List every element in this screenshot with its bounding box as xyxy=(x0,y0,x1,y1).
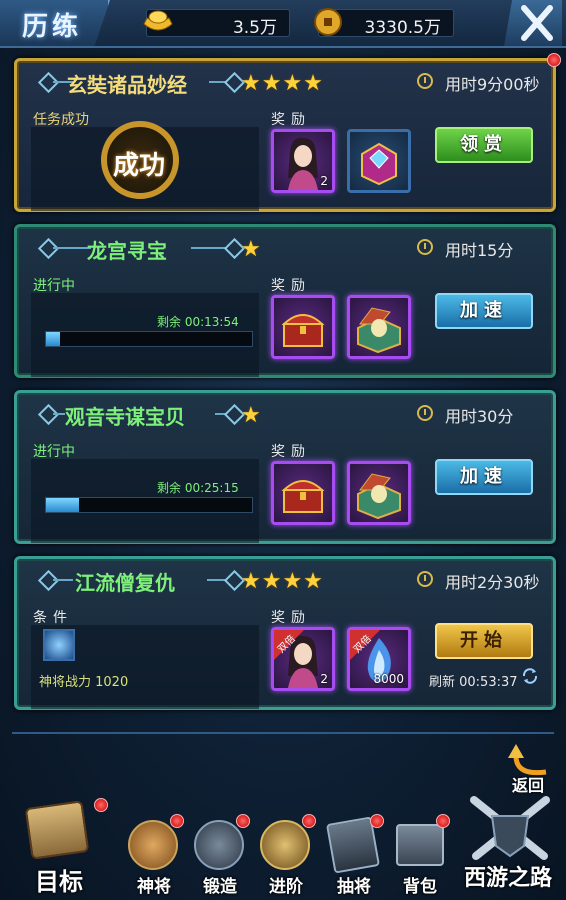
mission-name: 江流僧复仇 xyxy=(75,571,175,595)
reward-label: 奖励 xyxy=(271,610,311,626)
nav-label: 锻造 xyxy=(203,877,237,897)
nav-item-goal[interactable]: 目标 xyxy=(14,790,108,900)
treasure-chest-icon xyxy=(281,480,325,513)
nav-item-recruit[interactable]: 抽将 xyxy=(322,810,386,900)
egg-box-icon xyxy=(357,473,401,520)
progress-bar xyxy=(45,497,253,513)
status-label: 进行中 xyxy=(33,278,75,294)
remaining-time: 剩余 00:25:15 xyxy=(157,481,239,495)
clock-icon xyxy=(417,239,433,255)
mission-name: 玄奘诸品妙经 xyxy=(67,73,187,97)
success-stamp-text: 成功 xyxy=(113,151,166,181)
monkey-king-icon xyxy=(128,820,178,870)
refresh-timer: 刷新 00:53:37 xyxy=(429,675,518,690)
progress-fill xyxy=(46,332,61,346)
nav-item-forge[interactable]: 锻造 xyxy=(188,810,252,900)
clock-icon xyxy=(417,73,433,89)
difficulty-stars: ★ xyxy=(241,403,262,428)
page-title: 历练 xyxy=(22,12,83,42)
notification-dot xyxy=(170,814,184,828)
speed-up-button[interactable]: 加速 xyxy=(435,459,533,495)
ingot-currency: 3.5万 xyxy=(143,9,290,38)
hero-power-requirement: 神将战力 1020 xyxy=(39,675,129,690)
notification-dot xyxy=(236,814,250,828)
difficulty-stars: ★★★★ xyxy=(241,569,324,594)
coin-amount: 3330.5万 xyxy=(364,18,441,38)
reward-qty: 8000 xyxy=(373,672,404,686)
anvil-icon xyxy=(194,820,244,870)
treasure-box-icon xyxy=(396,824,444,866)
status-label: 进行中 xyxy=(33,444,75,460)
top-bar: 历练 3.5万 3330.5万 xyxy=(0,0,566,48)
reward-slot-gem-box[interactable] xyxy=(347,129,411,193)
nav-item-journey[interactable]: 西游之路 xyxy=(454,790,562,900)
ingot-amount: 3.5万 xyxy=(232,18,277,38)
notification-dot xyxy=(547,53,561,67)
gold-coin-icon xyxy=(314,8,342,36)
progress-bar xyxy=(45,331,253,347)
gold-ingot-icon xyxy=(143,10,173,31)
nav-item-advance[interactable]: 进阶 xyxy=(254,810,318,900)
mission-time: 用时30分 xyxy=(445,407,514,426)
refresh-icon[interactable] xyxy=(521,667,539,685)
clock-icon xyxy=(417,571,433,587)
mission-time: 用时9分00秒 xyxy=(445,75,540,94)
reward-slot-hero[interactable]: 2 xyxy=(271,129,335,193)
back-button[interactable]: 返回 xyxy=(506,742,562,796)
close-button[interactable] xyxy=(504,0,562,46)
mission-card-1: 玄奘诸品妙经 ★★★★ 用时9分00秒 任务成功 成功 奖励 2 领赏 xyxy=(14,53,561,212)
nav-label: 目标 xyxy=(35,868,83,896)
remaining-time: 剩余 00:13:54 xyxy=(157,315,239,329)
reward-slot-chest[interactable] xyxy=(271,295,335,359)
gem-chest-icon xyxy=(361,142,397,186)
reward-slot-spirit[interactable]: 双倍 8000 xyxy=(347,627,411,691)
nav-label: 神将 xyxy=(137,877,171,897)
mission-name: 观音寺谋宝贝 xyxy=(65,405,185,429)
nav-item-bag[interactable]: 背包 xyxy=(388,810,452,900)
mission-card-2: 龙宫寻宝 ★ 用时15分 进行中 剩余 00:13:54 奖励 加速 xyxy=(14,224,556,378)
nav-label: 进阶 xyxy=(269,877,303,897)
difficulty-stars: ★ xyxy=(241,237,262,262)
reward-slot-egg-box[interactable] xyxy=(347,295,411,359)
mission-time: 用时15分 xyxy=(445,241,514,260)
scroll-map-icon xyxy=(24,800,90,860)
egg-box-icon xyxy=(357,307,401,354)
nav-item-heroes[interactable]: 神将 xyxy=(122,810,186,900)
nav-label: 西游之路 xyxy=(463,866,552,891)
mission-name: 龙宫寻宝 xyxy=(87,239,167,263)
treasure-chest-icon xyxy=(281,314,325,347)
progress-fill xyxy=(46,498,79,512)
coin-currency: 3330.5万 xyxy=(314,8,454,38)
reward-slot-hero[interactable]: 双倍 2 xyxy=(271,627,335,691)
notification-dot xyxy=(302,814,316,828)
clock-icon xyxy=(417,405,433,421)
reward-label: 奖励 xyxy=(271,278,311,294)
notification-dot xyxy=(370,814,384,828)
mission-time: 用时2分30秒 xyxy=(445,573,540,592)
start-mission-button[interactable]: 开始 xyxy=(435,623,533,659)
reward-qty: 2 xyxy=(320,672,328,686)
divider xyxy=(12,732,554,734)
crossed-swords-shield-icon xyxy=(470,796,550,860)
success-stamp: 成功 xyxy=(101,121,179,199)
condition-label: 条件 xyxy=(33,610,73,626)
mission-card-4: 江流僧复仇 ★★★★ 用时2分30秒 条件 神将战力 1020 奖励 双倍 2 … xyxy=(14,556,556,710)
speed-up-button[interactable]: 加速 xyxy=(435,293,533,329)
reward-qty: 2 xyxy=(320,174,328,188)
notification-dot xyxy=(436,814,450,828)
mission-card-3: 观音寺谋宝贝 ★ 用时30分 进行中 剩余 00:25:15 奖励 加速 xyxy=(14,390,556,544)
nav-label: 抽将 xyxy=(337,877,371,897)
notification-dot xyxy=(94,798,108,812)
reward-slot-egg-box[interactable] xyxy=(347,461,411,525)
close-icon xyxy=(521,5,553,41)
condition-item-icon[interactable] xyxy=(43,629,75,661)
reward-label: 奖励 xyxy=(271,112,311,128)
reward-label: 奖励 xyxy=(271,444,311,460)
difficulty-stars: ★★★★ xyxy=(241,71,324,96)
nav-label: 背包 xyxy=(403,877,437,897)
claim-reward-button[interactable]: 领赏 xyxy=(435,127,533,163)
crossed-swords-icon xyxy=(260,820,310,870)
reward-slot-chest[interactable] xyxy=(271,461,335,525)
status-label: 任务成功 xyxy=(33,112,89,128)
